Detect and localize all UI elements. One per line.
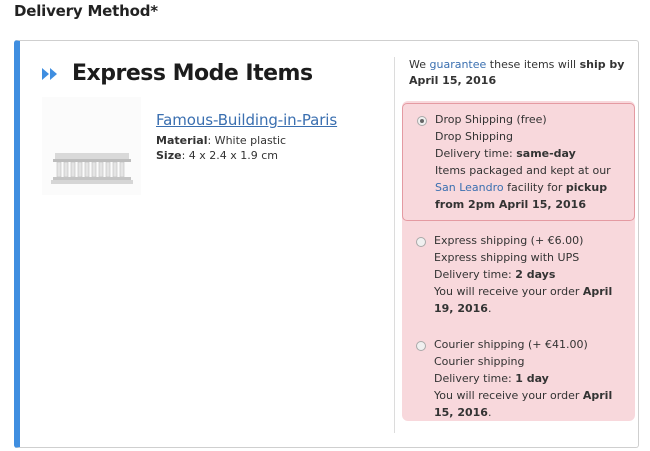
time-value: 2 days — [515, 268, 556, 281]
product-material: Material: White plastic — [156, 133, 337, 148]
shipping-options: Drop Shipping (free) Drop Shipping Deliv… — [402, 101, 635, 421]
shipping-option-express[interactable]: Express shipping (+ €6.00) Express shipp… — [402, 227, 635, 323]
option-line: Express shipping with UPS — [434, 251, 580, 264]
note-date: April 15, 2016 — [409, 74, 497, 87]
option-location-line: San Leandro facility for pickup — [435, 179, 630, 196]
option-receive-date: 15, 2016. — [434, 404, 629, 421]
option-drop-body: Drop Shipping (free) Drop Shipping Deliv… — [435, 111, 630, 213]
product-thumbnail[interactable] — [42, 97, 141, 195]
option-line: Drop Shipping — [435, 130, 513, 143]
option-receive-date: 19, 2016. — [434, 300, 629, 317]
radio-drop-shipping[interactable] — [417, 116, 427, 126]
shipping-option-courier[interactable]: Courier shipping (+ €41.00) Courier ship… — [402, 331, 635, 421]
material-label: Material — [156, 134, 208, 147]
option-delivery-time: Delivery time: 1 day — [434, 370, 629, 387]
option-delivery-time: Delivery time: 2 days — [434, 266, 629, 283]
option-title: Drop Shipping (free) — [435, 113, 547, 126]
option-line: Courier shipping — [434, 355, 525, 368]
receive-date-1: April — [582, 285, 613, 298]
time-label: Delivery time: — [435, 147, 517, 160]
option-pickup-time: from 2pm April 15, 2016 — [435, 196, 630, 213]
product-name-link[interactable]: Famous-Building-in-Paris — [156, 111, 337, 129]
option-express-body: Express shipping (+ €6.00) Express shipp… — [434, 232, 629, 317]
receive-end: . — [487, 406, 492, 419]
time-label: Delivery time: — [434, 372, 516, 385]
option-courier-body: Courier shipping (+ €41.00) Courier ship… — [434, 336, 629, 421]
receive-text: You will receive your order — [434, 389, 583, 402]
ship-guarantee-note: We guarantee these items will ship by Ap… — [409, 57, 634, 89]
location-link[interactable]: San Leandro — [435, 181, 504, 194]
time-label: Delivery time: — [434, 268, 516, 281]
pickup-text: pickup — [565, 181, 608, 194]
receive-end: . — [487, 302, 492, 315]
note-middle: these items will — [486, 58, 580, 71]
shipping-option-drop[interactable]: Drop Shipping (free) Drop Shipping Deliv… — [402, 103, 635, 221]
size-value: : 4 x 2.4 x 1.9 cm — [181, 149, 279, 162]
note-prefix: We — [409, 58, 430, 71]
receive-date-2: 15, 2016 — [434, 406, 488, 419]
product-info: Famous-Building-in-Paris Material: White… — [156, 111, 337, 163]
receive-date-1: April — [582, 389, 613, 402]
time-value: same-day — [516, 147, 576, 160]
delivery-card: Express Mode Items Famous-Building-in-Pa… — [14, 40, 639, 448]
product-size: Size: 4 x 2.4 x 1.9 cm — [156, 148, 337, 163]
page-heading: Delivery Method* — [14, 2, 158, 20]
time-value: 1 day — [515, 372, 549, 385]
material-value: : White plastic — [207, 134, 287, 147]
option-title: Courier shipping (+ €41.00) — [434, 338, 588, 351]
option-title: Express shipping (+ €6.00) — [434, 234, 584, 247]
section-title: Express Mode Items — [72, 61, 313, 86]
option-receive-line: You will receive your order April — [434, 283, 629, 300]
radio-courier-shipping[interactable] — [416, 341, 426, 351]
guarantee-link[interactable]: guarantee — [430, 58, 487, 71]
note-ship-by: ship by — [579, 58, 625, 71]
section-header: Express Mode Items — [40, 61, 313, 86]
receive-text: You will receive your order — [434, 285, 583, 298]
option-line: Items packaged and kept at our — [435, 164, 611, 177]
facility-text: facility for — [503, 181, 566, 194]
receive-date-2: 19, 2016 — [434, 302, 488, 315]
option-delivery-time: Delivery time: same-day — [435, 145, 630, 162]
size-label: Size — [156, 149, 182, 162]
radio-express-shipping[interactable] — [416, 237, 426, 247]
pickup-time: from 2pm April 15, 2016 — [435, 198, 586, 211]
option-receive-line: You will receive your order April — [434, 387, 629, 404]
double-chevron-right-icon — [42, 67, 57, 80]
building-icon — [42, 97, 141, 195]
column-divider — [394, 57, 395, 433]
